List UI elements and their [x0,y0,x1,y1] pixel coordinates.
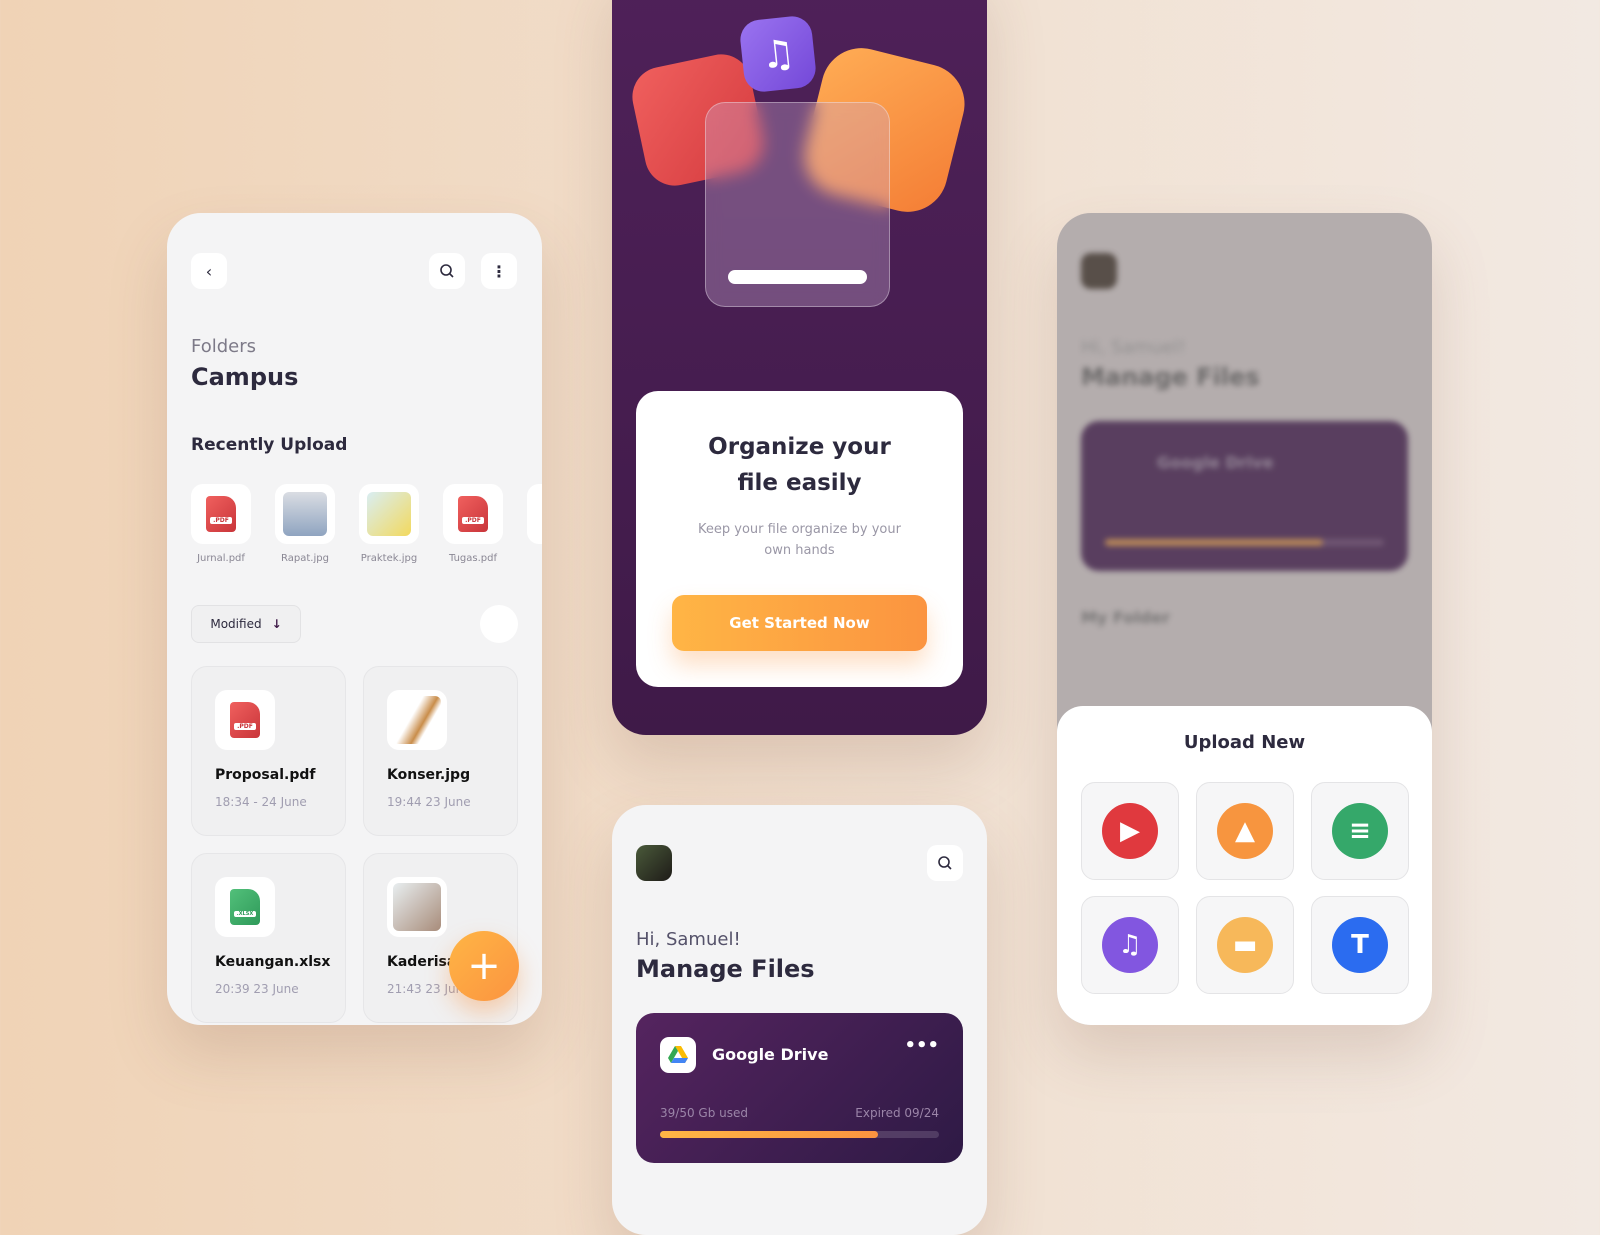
image-thumbnail [393,696,441,744]
file-card[interactable]: .PDF Proposal.pdf 18:34 - 24 June [191,666,346,836]
recent-label: Jurnal.pdf [197,553,245,564]
upload-option-folder[interactable]: ▬ [1196,896,1294,994]
folder-icon: ▬ [1217,917,1273,973]
drive-name: Google Drive [1157,453,1274,472]
plus-icon: + [467,943,501,989]
avatar [1081,253,1117,289]
add-file-button[interactable]: + [449,931,519,1001]
home-screen: Hi, Samuel! Manage Files Google Drive ••… [612,805,987,1235]
upload-option-text[interactable]: T [1311,896,1409,994]
music-icon: ♫ [1102,917,1158,973]
recent-item[interactable] [275,484,335,544]
breadcrumb: Folders [191,336,257,357]
google-drive-card[interactable]: Google Drive ••• 39/50 Gb used Expired 0… [636,1013,963,1163]
page-title: Manage Files [1081,363,1260,391]
upload-sheet: Upload New ▶ ▲ ≡ ♫ ▬ T [1057,706,1432,1025]
recent-item[interactable] [527,484,542,544]
file-date: 20:39 23 June [215,982,299,996]
storage-progress [660,1131,939,1138]
upload-option-image[interactable]: ▲ [1196,782,1294,880]
recent-item[interactable]: .PDF [443,484,503,544]
google-drive-icon [660,1037,696,1073]
xlsx-icon: .XLSX [230,889,260,925]
upload-title: Upload New [1183,732,1306,753]
recent-label: Tugas.pdf [448,553,497,564]
more-button[interactable]: ⋮ [481,253,517,289]
avatar[interactable] [636,845,672,881]
drive-expiry: Expired 09/24 [855,1106,939,1120]
arrow-down-icon: ↓ [271,617,282,631]
image-thumbnail [393,883,441,931]
onboarding-title: Organize your file easily [708,434,891,496]
file-card[interactable]: .XLSX Keuangan.xlsx 20:39 23 June [191,853,346,1023]
greeting: Hi, Samuel! [636,929,741,950]
get-started-button[interactable]: Get Started Now [672,595,927,651]
view-toggle-button[interactable] [480,605,518,643]
onboarding-panel: Organize your file easily Keep your file… [636,391,963,687]
pdf-icon: .PDF [230,702,260,738]
section-title: Recently Upload [191,435,348,455]
document-icon: ≡ [1332,803,1388,859]
recent-label: Rapat.jpg [281,553,329,564]
onboarding-screen: ♫ Organize your file easily Keep your fi… [612,0,987,735]
upload-option-document[interactable]: ≡ [1311,782,1409,880]
folder-illustration [705,102,890,307]
recent-item[interactable]: .PDF [191,484,251,544]
drive-name: Google Drive [712,1045,829,1064]
section-title: My Folder [1081,608,1170,627]
pdf-icon: .PDF [458,496,488,532]
upload-option-video[interactable]: ▶ [1081,782,1179,880]
upload-option-music[interactable]: ♫ [1081,896,1179,994]
file-date: 18:34 - 24 June [215,795,307,809]
drive-usage: 39/50 Gb used [660,1106,748,1120]
search-button[interactable] [429,253,465,289]
chevron-left-icon: ‹ [205,261,213,281]
folder-screen: ‹ ⋮ Folders Campus Recently Upload .PDF … [167,213,542,1025]
google-drive-card: Google Drive [1081,421,1408,571]
search-button[interactable] [927,845,963,881]
search-icon [440,264,454,278]
storage-progress-fill [660,1131,878,1138]
upload-screen: Hi, Samuel! Manage Files Google Drive My… [1057,213,1432,1025]
sort-button[interactable]: Modified ↓ [191,605,301,643]
search-icon [938,856,952,870]
sort-label: Modified [210,617,262,631]
greeting: Hi, Samuel! [1081,337,1186,358]
file-date: 19:44 23 June [387,795,471,809]
image-thumbnail [367,492,411,536]
page-title: Campus [191,363,299,391]
music-icon: ♫ [738,14,818,94]
more-vertical-icon: ⋮ [491,261,507,281]
pdf-icon: .PDF [206,496,236,532]
recent-label: Praktek.jpg [360,553,418,564]
file-name: Proposal.pdf [215,767,316,783]
file-card[interactable]: Konser.jpg 19:44 23 June [363,666,518,836]
onboarding-subtitle: Keep your file organize by your own hand… [698,522,901,558]
file-name: Keuangan.xlsx [215,954,331,970]
text-icon: T [1332,917,1388,973]
page-title: Manage Files [636,955,815,983]
image-icon: ▲ [1217,803,1273,859]
back-button[interactable]: ‹ [191,253,227,289]
file-name: Konser.jpg [387,767,471,783]
video-icon: ▶ [1102,803,1158,859]
recent-item[interactable] [359,484,419,544]
more-horizontal-icon[interactable]: ••• [904,1035,939,1056]
image-thumbnail [283,492,327,536]
